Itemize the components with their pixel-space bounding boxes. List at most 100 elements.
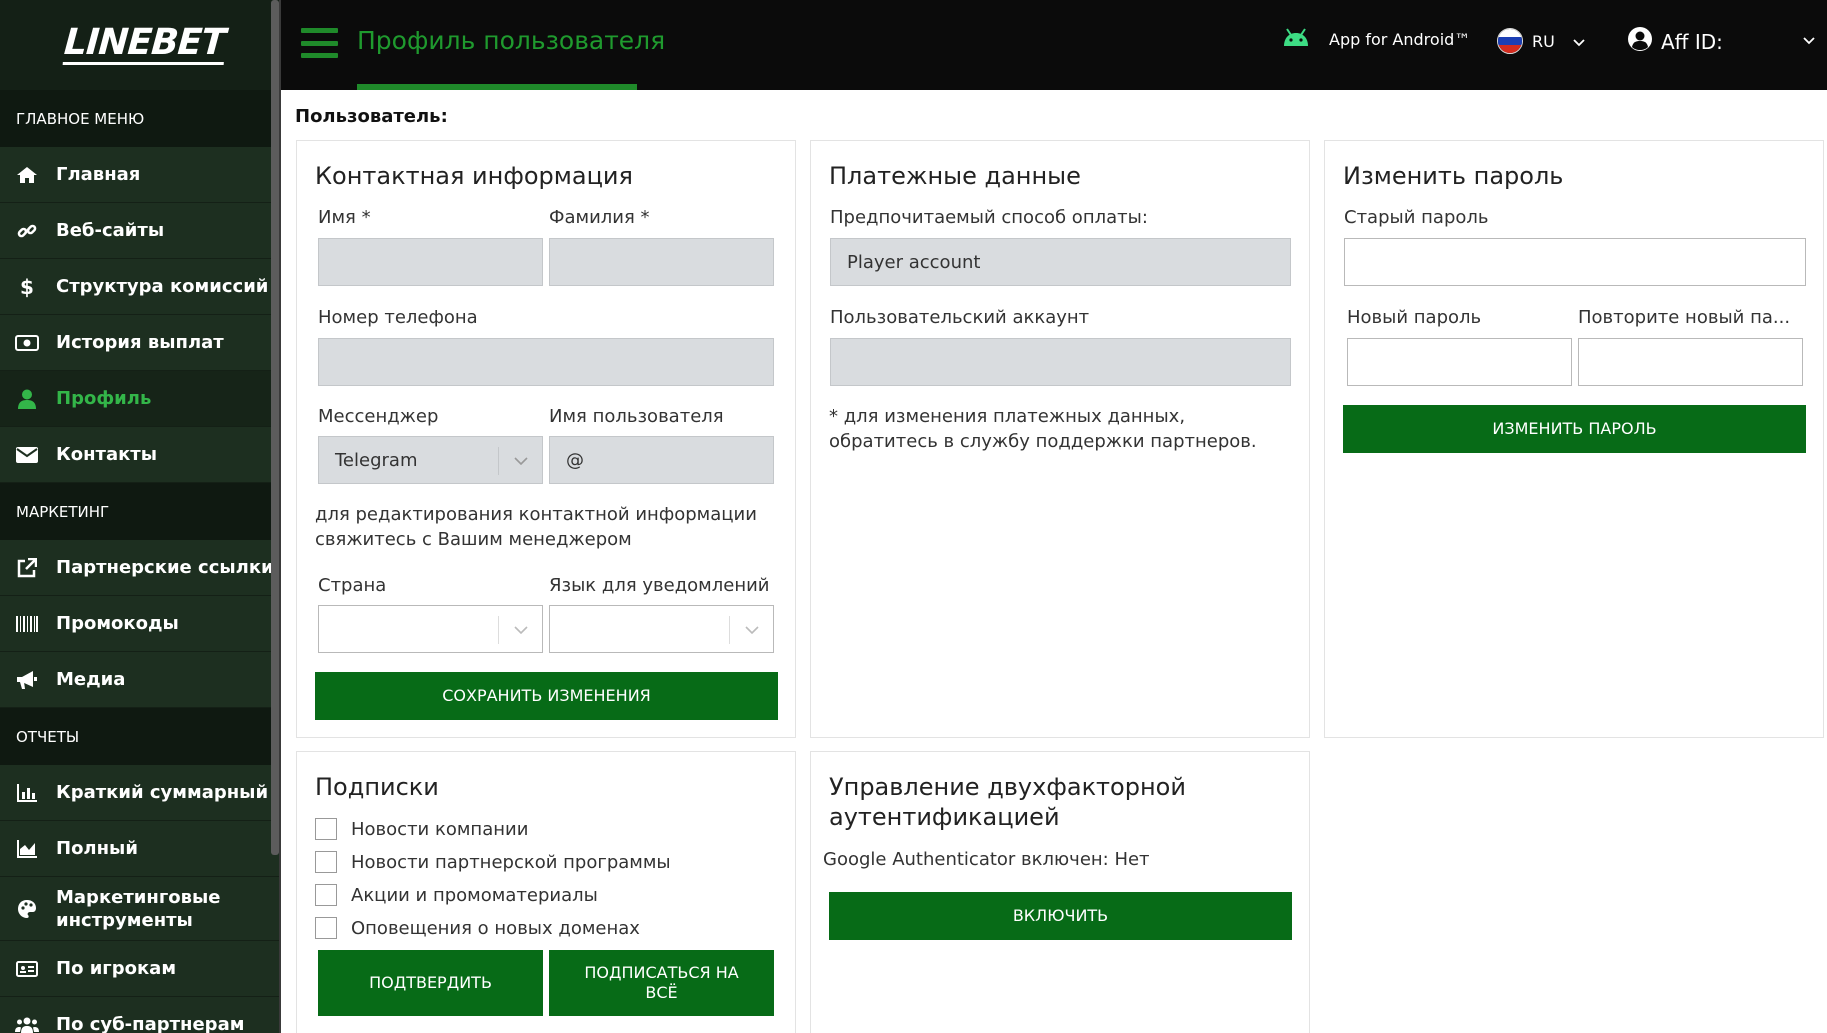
sidebar-item-contacts[interactable]: Контакты xyxy=(0,427,279,483)
checkbox[interactable] xyxy=(315,851,337,873)
contact-edit-note: для редактирования контактной информации… xyxy=(315,504,757,550)
messenger-value: Telegram xyxy=(335,449,418,471)
subscription-item-domains[interactable]: Оповещения о новых доменах xyxy=(315,917,640,939)
confirm-button[interactable]: ПОДТВЕРДИТЬ xyxy=(318,950,543,1016)
sidebar-item-label: По игрокам xyxy=(56,958,177,979)
first-name-label: Имя * xyxy=(318,207,371,228)
country-select[interactable] xyxy=(318,605,543,653)
area-chart-icon xyxy=(14,839,40,859)
user-account-label: Пользовательский аккаунт xyxy=(830,307,1090,328)
account-menu[interactable]: Aff ID: xyxy=(1627,26,1723,57)
envelope-icon xyxy=(14,445,40,465)
new-password-label: Новый пароль xyxy=(1347,307,1482,328)
megaphone-icon xyxy=(14,670,40,690)
sidebar-item-subpartners[interactable]: По суб-партнерам xyxy=(0,997,279,1033)
payment-card-title: Платежные данные xyxy=(829,162,1081,190)
subscribe-all-button[interactable]: ПОДПИСАТЬСЯ НА ВСЁ xyxy=(549,950,774,1016)
sidebar-item-label: Медиа xyxy=(56,669,126,690)
sidebar-item-label: Веб-сайты xyxy=(56,220,165,241)
old-password-field[interactable] xyxy=(1344,238,1806,286)
chevron-down-icon xyxy=(498,447,542,475)
dollar-icon: $ xyxy=(20,274,34,299)
android-icon xyxy=(1281,28,1311,50)
sidebar-item-websites[interactable]: Веб-сайты xyxy=(0,203,279,259)
subscription-item-program-news[interactable]: Новости партнерской программы xyxy=(315,851,671,873)
sidebar: LINEBET ГЛАВНОЕ МЕНЮ Главная Веб-сайты $… xyxy=(0,0,279,1033)
notify-lang-select[interactable] xyxy=(549,605,774,653)
sidebar-item-payouts[interactable]: История выплат xyxy=(0,315,279,371)
account-chevron-icon[interactable] xyxy=(1803,30,1815,49)
subscription-label: Новости партнерской программы xyxy=(351,851,671,873)
sidebar-scrollbar[interactable] xyxy=(271,0,279,855)
menu-toggle-icon[interactable] xyxy=(301,28,338,58)
payment-method-field[interactable]: Player account xyxy=(830,238,1291,286)
users-icon xyxy=(14,1015,40,1033)
subscriptions-card-title: Подписки xyxy=(315,773,439,801)
new-password-field[interactable] xyxy=(1347,338,1572,386)
subscription-item-company-news[interactable]: Новости компании xyxy=(315,818,528,840)
sidebar-item-summary[interactable]: Краткий суммарный xyxy=(0,765,279,821)
sidebar-item-label: По суб-партнерам xyxy=(56,1014,245,1033)
subscription-item-promos[interactable]: Акции и промоматериалы xyxy=(315,884,598,906)
password-card-title: Изменить пароль xyxy=(1343,162,1564,190)
payment-method-label: Предпочитаемый способ оплаты: xyxy=(830,207,1148,228)
checkbox[interactable] xyxy=(315,818,337,840)
sidebar-item-label: Партнерские ссылки xyxy=(56,557,274,578)
sidebar-item-label: Структура комиссий xyxy=(56,276,269,297)
subscription-label: Новости компании xyxy=(351,818,529,840)
bar-chart-icon xyxy=(14,783,40,803)
sidebar-item-partner-links[interactable]: Партнерские ссылки xyxy=(0,540,279,596)
user-heading: Пользователь: xyxy=(295,106,448,127)
sidebar-item-full[interactable]: Полный xyxy=(0,821,279,877)
sidebar-item-label: Контакты xyxy=(56,444,158,465)
sidebar-item-players[interactable]: По игрокам xyxy=(0,941,279,997)
sidebar-item-commission[interactable]: $ Структура комиссий xyxy=(0,259,279,315)
contact-card: Контактная информация Имя * Фамилия * Но… xyxy=(296,140,796,738)
twofa-status: Google Authenticator включен: Нет xyxy=(823,849,1150,870)
sidebar-item-media[interactable]: Медиа xyxy=(0,652,279,708)
first-name-field[interactable] xyxy=(318,238,543,286)
last-name-field[interactable] xyxy=(549,238,774,286)
username-label: Имя пользователя xyxy=(549,406,724,427)
checkbox[interactable] xyxy=(315,884,337,906)
logo-text: LINEBET xyxy=(62,21,227,65)
page-title: Профиль пользователя xyxy=(357,26,666,55)
phone-field[interactable] xyxy=(318,338,774,386)
barcode-icon xyxy=(14,614,40,634)
home-icon xyxy=(14,165,40,185)
language-selector[interactable]: RU xyxy=(1497,28,1585,54)
repeat-password-field[interactable] xyxy=(1578,338,1803,386)
payment-note: * для изменения платежных данных, обрати… xyxy=(829,406,1257,452)
twofa-card-title: Управление двухфакторной аутентификацией xyxy=(829,773,1186,831)
user-account-field[interactable] xyxy=(830,338,1291,386)
russia-flag-icon xyxy=(1497,28,1523,54)
messenger-label: Мессенджер xyxy=(318,406,439,427)
topbar: Профиль пользователя App for Android™ RU… xyxy=(281,0,1827,90)
active-tab-indicator xyxy=(357,84,637,90)
sidebar-item-label: Профиль xyxy=(56,388,152,409)
save-changes-button[interactable]: СОХРАНИТЬ ИЗМЕНЕНИЯ xyxy=(315,672,778,720)
sidebar-item-profile[interactable]: Профиль xyxy=(0,371,279,427)
id-card-icon xyxy=(14,959,40,979)
sidebar-item-label: Краткий суммарный xyxy=(56,782,269,803)
checkbox[interactable] xyxy=(315,917,337,939)
change-password-button[interactable]: ИЗМЕНИТЬ ПАРОЛЬ xyxy=(1343,405,1806,453)
logo[interactable]: LINEBET xyxy=(0,0,279,90)
payment-card: Платежные данные Предпочитаемый способ о… xyxy=(810,140,1310,738)
section-main-menu: ГЛАВНОЕ МЕНЮ xyxy=(0,90,279,147)
android-app-link[interactable]: App for Android™ xyxy=(1281,28,1470,50)
country-label: Страна xyxy=(318,575,387,596)
sidebar-item-label: Главная xyxy=(56,164,141,185)
username-field[interactable]: @ xyxy=(549,436,774,484)
section-marketing: МАРКЕТИНГ xyxy=(0,483,279,540)
sidebar-item-label: Маркетинговые инструменты xyxy=(56,886,221,931)
messenger-select[interactable]: Telegram xyxy=(318,436,543,484)
sidebar-item-marketing-tools[interactable]: Маркетинговые инструменты xyxy=(0,877,279,941)
sidebar-item-label: История выплат xyxy=(56,332,224,353)
subscriptions-card: Подписки Новости компании Новости партне… xyxy=(296,751,796,1033)
language-code: RU xyxy=(1532,31,1555,51)
enable-twofa-button[interactable]: ВКЛЮЧИТЬ xyxy=(829,892,1292,940)
sidebar-item-home[interactable]: Главная xyxy=(0,147,279,203)
android-app-label: App for Android™ xyxy=(1329,29,1471,49)
sidebar-item-promocodes[interactable]: Промокоды xyxy=(0,596,279,652)
